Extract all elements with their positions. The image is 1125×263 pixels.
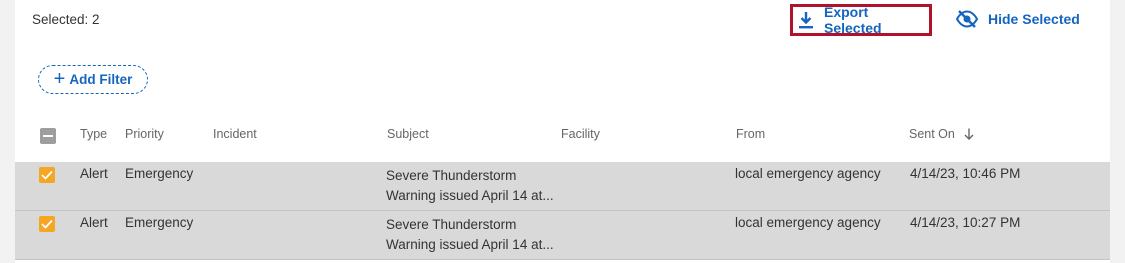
arrow-down-icon	[964, 128, 974, 143]
cell-type: Alert	[80, 215, 108, 230]
download-icon	[798, 11, 814, 29]
cell-subject: Severe Thunderstorm Warning issued April…	[386, 217, 554, 252]
column-header-sent-on[interactable]: Sent On	[909, 127, 974, 143]
hide-selected-button[interactable]: Hide Selected	[955, 4, 1080, 34]
results-panel: Selected: 2 Export Selected Hide Selecte…	[15, 0, 1110, 263]
cell-from: local emergency agency	[735, 166, 881, 181]
column-header-priority[interactable]: Priority	[125, 127, 164, 141]
cell-priority: Emergency	[125, 166, 194, 181]
cell-sent-on: 4/14/23, 10:27 PM	[910, 215, 1021, 230]
cell-from: local emergency agency	[735, 215, 881, 230]
row-checkbox[interactable]	[39, 216, 55, 232]
column-header-facility[interactable]: Facility	[561, 127, 600, 141]
cell-sent-on: 4/14/23, 10:46 PM	[910, 166, 1021, 181]
cell-subject: Severe Thunderstorm Warning issued April…	[386, 168, 554, 203]
checkmark-icon	[41, 170, 53, 180]
column-header-from[interactable]: From	[736, 127, 765, 141]
indeterminate-icon	[43, 135, 53, 137]
table-row[interactable]: Alert Emergency Severe Thunderstorm Warn…	[15, 162, 1110, 211]
row-checkbox[interactable]	[39, 167, 55, 183]
plus-icon: +	[53, 67, 66, 90]
hide-selected-label: Hide Selected	[988, 11, 1080, 27]
selected-count: Selected: 2	[32, 12, 100, 27]
export-selected-button[interactable]: Export Selected	[790, 4, 932, 36]
eye-off-icon	[955, 10, 979, 28]
table-row[interactable]: Alert Emergency Severe Thunderstorm Warn…	[15, 211, 1110, 260]
cell-priority: Emergency	[125, 215, 194, 230]
column-header-sent-on-label: Sent On	[909, 127, 955, 141]
column-header-subject[interactable]: Subject	[387, 127, 429, 141]
select-all-checkbox[interactable]	[40, 128, 56, 144]
add-filter-button[interactable]: + Add Filter	[38, 65, 148, 94]
column-header-incident[interactable]: Incident	[213, 127, 257, 141]
cell-type: Alert	[80, 166, 108, 181]
export-selected-label: Export Selected	[824, 4, 882, 36]
checkmark-icon	[41, 219, 53, 229]
column-header-type[interactable]: Type	[80, 127, 107, 141]
add-filter-label: Add Filter	[69, 72, 133, 87]
